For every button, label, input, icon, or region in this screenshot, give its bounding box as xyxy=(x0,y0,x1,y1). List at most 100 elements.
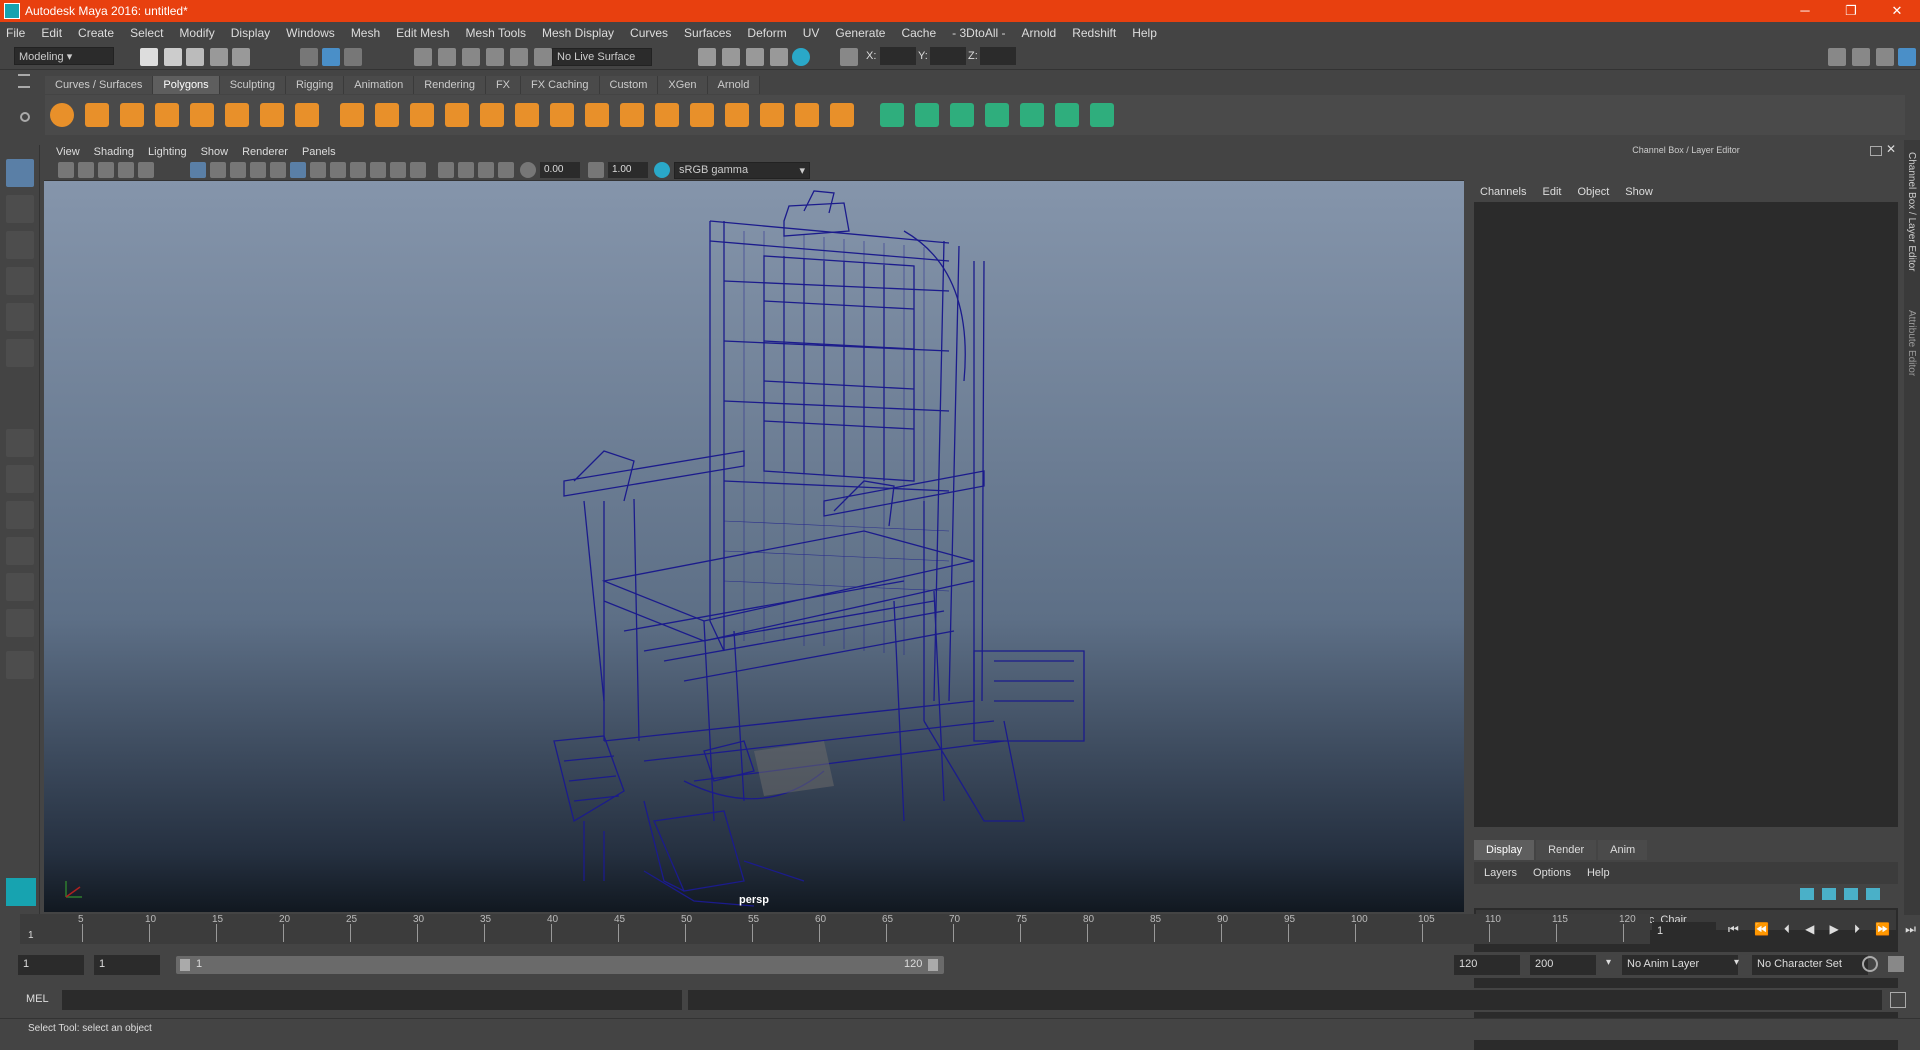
z-field[interactable] xyxy=(980,47,1016,65)
tab-polygons[interactable]: Polygons xyxy=(153,76,220,94)
tab-curves-surfaces[interactable]: Curves / Surfaces xyxy=(45,76,154,94)
character-set-dropdown[interactable]: No Character Set xyxy=(1752,955,1868,975)
tab-display[interactable]: Display xyxy=(1474,840,1535,860)
step-forward-key-icon[interactable]: ⏵ xyxy=(1854,922,1860,940)
outliner-layout-icon[interactable] xyxy=(6,609,34,637)
modeling-toolkit-icon[interactable] xyxy=(1828,48,1846,66)
show-menu[interactable]: Show xyxy=(1625,186,1653,198)
tab-xgen[interactable]: XGen xyxy=(658,76,708,94)
end-time-field[interactable]: 200 xyxy=(1530,955,1596,975)
poly-cylinder-icon[interactable] xyxy=(120,103,144,127)
antialias-icon[interactable] xyxy=(370,162,386,178)
help-menu[interactable]: Help xyxy=(1587,867,1610,879)
collapse-icon[interactable] xyxy=(795,103,819,127)
layers-menu[interactable]: Layers xyxy=(1484,867,1517,879)
script-editor-icon[interactable] xyxy=(1890,992,1906,1008)
close-panel-icon[interactable]: ✕ xyxy=(1886,142,1896,156)
char-set-arrow-icon[interactable]: ▾ xyxy=(1734,957,1746,968)
channel-box-icon[interactable] xyxy=(1898,48,1916,66)
auto-key-icon[interactable] xyxy=(1862,956,1878,972)
select-object-icon[interactable] xyxy=(322,48,340,66)
float-panel-icon[interactable] xyxy=(1870,146,1882,156)
color-management-icon[interactable] xyxy=(654,162,670,178)
tab-rendering[interactable]: Rendering xyxy=(414,76,486,94)
channels-menu[interactable]: Channels xyxy=(1480,186,1526,198)
auto-uv-icon[interactable] xyxy=(985,103,1009,127)
go-to-end-icon[interactable]: ⏭ xyxy=(1905,922,1916,940)
four-view-layout-icon[interactable] xyxy=(6,465,34,493)
single-view-layout-icon[interactable] xyxy=(6,429,34,457)
hypershade-icon[interactable] xyxy=(770,48,788,66)
spherical-uv-icon[interactable] xyxy=(950,103,974,127)
paint-select-tool-icon[interactable] xyxy=(6,231,34,259)
snap-live-icon[interactable] xyxy=(534,48,552,66)
close-button[interactable]: ✕ xyxy=(1874,3,1920,19)
menu-edit[interactable]: Edit xyxy=(41,26,62,40)
snap-grid-icon[interactable] xyxy=(414,48,432,66)
new-scene-icon[interactable] xyxy=(140,48,158,66)
snap-view-icon[interactable] xyxy=(486,48,504,66)
persp-viewport[interactable]: persp xyxy=(44,181,1464,912)
menu-surfaces[interactable]: Surfaces xyxy=(684,26,731,40)
panel-menu-renderer[interactable]: Renderer xyxy=(242,146,288,158)
tab-animation[interactable]: Animation xyxy=(344,76,415,94)
tab-custom[interactable]: Custom xyxy=(599,76,659,94)
poly-pyramid-icon[interactable] xyxy=(260,103,284,127)
start-time-field[interactable]: 1 xyxy=(18,955,84,975)
persp-graph-layout-icon[interactable] xyxy=(6,537,34,565)
depth-of-field-icon[interactable] xyxy=(390,162,406,178)
select-hierarchy-icon[interactable] xyxy=(300,48,318,66)
safe-action-icon[interactable] xyxy=(498,162,514,178)
camera-select-icon[interactable] xyxy=(58,162,74,178)
connect-icon[interactable] xyxy=(830,103,854,127)
panel-menu-shading[interactable]: Shading xyxy=(94,146,134,158)
go-to-start-icon[interactable]: ⏮ xyxy=(1728,922,1739,940)
menu-mesh-display[interactable]: Mesh Display xyxy=(542,26,614,40)
wireframe-icon[interactable] xyxy=(190,162,206,178)
mode-dropdown[interactable]: Modeling ▾ xyxy=(14,47,114,65)
menu-redshift[interactable]: Redshift xyxy=(1072,26,1116,40)
side-by-side-layout-icon[interactable] xyxy=(6,501,34,529)
panel-menu-view[interactable]: View xyxy=(56,146,80,158)
exposure-field[interactable]: 0.00 xyxy=(540,162,580,178)
tab-fx-caching[interactable]: FX Caching xyxy=(521,76,600,94)
poly-sphere-icon[interactable] xyxy=(50,103,74,127)
motion-blur-icon[interactable] xyxy=(350,162,366,178)
menu-3dtoall[interactable]: - 3DtoAll - xyxy=(952,26,1005,40)
tab-render[interactable]: Render xyxy=(1536,840,1597,860)
uv-checker-icon[interactable] xyxy=(1055,103,1079,127)
current-frame-field[interactable]: 1 xyxy=(1652,922,1716,940)
options-menu[interactable]: Options xyxy=(1533,867,1571,879)
camera-attr-icon[interactable] xyxy=(78,162,94,178)
gamma-field[interactable]: 1.00 xyxy=(608,162,648,178)
film-gate-icon[interactable] xyxy=(458,162,474,178)
playback-end-field[interactable]: 120 xyxy=(1454,955,1520,975)
multicut-icon[interactable] xyxy=(550,103,574,127)
lasso-tool-icon[interactable] xyxy=(6,195,34,223)
snap-surface-icon[interactable] xyxy=(510,48,528,66)
ipr-render-icon[interactable] xyxy=(746,48,764,66)
bevel-icon[interactable] xyxy=(655,103,679,127)
menu-file[interactable]: File xyxy=(6,26,25,40)
reduce-icon[interactable] xyxy=(480,103,504,127)
exposure-icon[interactable] xyxy=(520,162,536,178)
cylindrical-uv-icon[interactable] xyxy=(915,103,939,127)
range-start-handle[interactable] xyxy=(180,959,190,971)
xray-icon[interactable] xyxy=(310,162,326,178)
menu-mesh-tools[interactable]: Mesh Tools xyxy=(466,26,526,40)
render-settings-icon[interactable] xyxy=(698,48,716,66)
step-back-key-icon[interactable]: ⏴ xyxy=(1784,922,1790,940)
more-layouts-icon[interactable] xyxy=(6,651,34,679)
command-input[interactable] xyxy=(62,990,682,1010)
minimize-button[interactable]: ─ xyxy=(1782,3,1828,19)
play-forward-icon[interactable]: ▶ xyxy=(1830,922,1839,940)
x-field[interactable] xyxy=(880,47,916,65)
step-back-icon[interactable]: ⏪ xyxy=(1754,922,1769,940)
gamma-icon[interactable] xyxy=(588,162,604,178)
resolution-gate-icon[interactable] xyxy=(478,162,494,178)
image-plane-icon[interactable] xyxy=(118,162,134,178)
poly-pipe-icon[interactable] xyxy=(295,103,319,127)
rotate-tool-icon[interactable] xyxy=(6,303,34,331)
move-layer-down-icon[interactable] xyxy=(1822,888,1836,900)
poly-torus-icon[interactable] xyxy=(225,103,249,127)
